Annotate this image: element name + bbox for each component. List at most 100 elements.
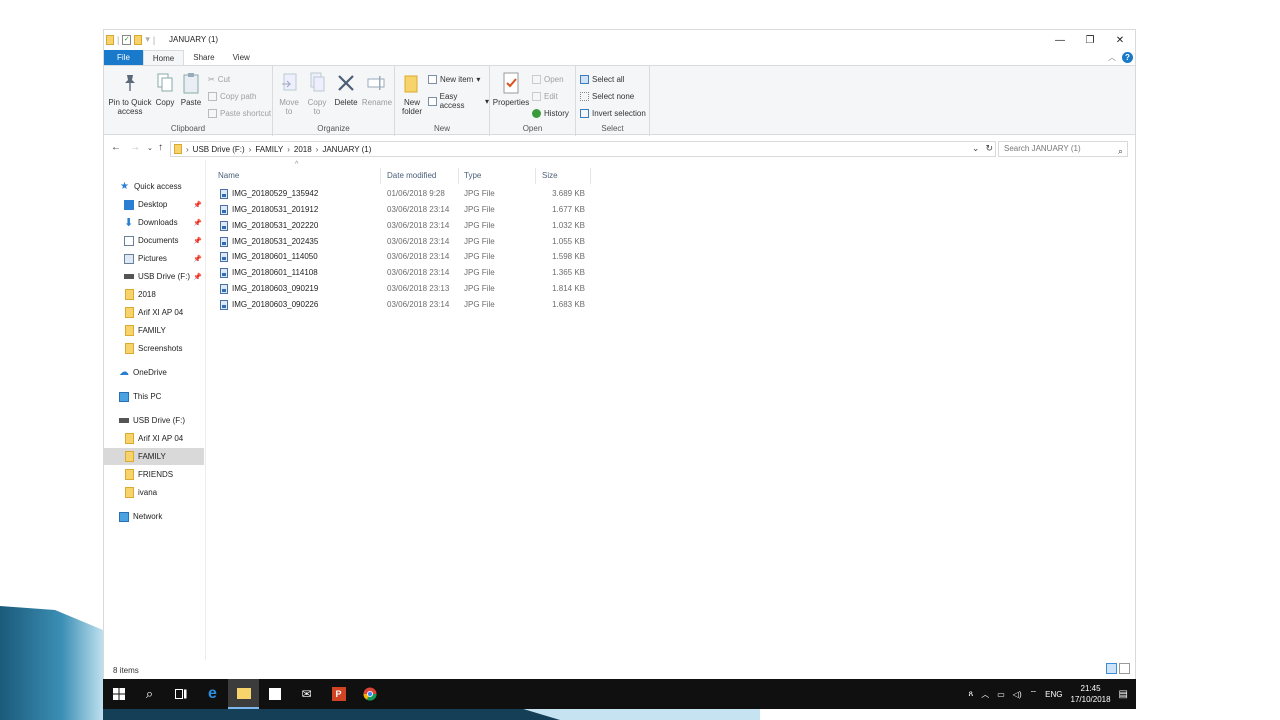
wifi-icon[interactable]: ⌔ — [1030, 689, 1038, 699]
breadcrumb-january[interactable]: JANUARY (1) — [322, 145, 371, 154]
copy-button[interactable]: Copy — [154, 70, 176, 107]
help-icon[interactable]: ? — [1122, 52, 1133, 63]
file-row[interactable]: IMG_20180603_090226 03/06/2018 23:14 JPG… — [218, 298, 688, 313]
pin-to-quick-access-button[interactable]: Pin to Quick access — [108, 70, 152, 116]
edit-icon — [532, 92, 541, 101]
restore-button[interactable]: ❐ — [1075, 30, 1105, 50]
address-dropdown-icon[interactable]: ⌄ — [972, 143, 980, 154]
file-explorer-icon[interactable] — [228, 679, 259, 709]
copy-to-button[interactable]: Copy to — [305, 70, 329, 116]
nav-documents[interactable]: Documents 📌 — [104, 232, 204, 249]
breadcrumb-usb[interactable]: USB Drive (F:) — [193, 145, 245, 154]
cut-button[interactable]: ✂ Cut — [208, 75, 230, 84]
move-to-button[interactable]: Move to — [277, 70, 301, 116]
nav-this-pc[interactable]: This PC — [104, 388, 204, 405]
forward-arrow-icon[interactable]: → — [130, 142, 140, 153]
column-header-type[interactable]: Type — [460, 168, 536, 184]
file-row[interactable]: IMG_20180601_114108 03/06/2018 23:14 JPG… — [218, 266, 688, 281]
easy-access-button[interactable]: Easy access ▾ — [428, 92, 489, 110]
file-row[interactable]: IMG_20180601_114050 03/06/2018 23:14 JPG… — [218, 250, 688, 265]
tab-home[interactable]: Home — [142, 50, 185, 65]
nav-pictures[interactable]: Pictures 📌 — [104, 250, 204, 267]
new-folder-quick-icon[interactable] — [134, 34, 143, 45]
file-row[interactable]: IMG_20180531_202220 03/06/2018 23:14 JPG… — [218, 219, 688, 234]
delete-button[interactable]: Delete — [334, 70, 358, 107]
column-header-date[interactable]: Date modified — [383, 168, 459, 184]
nav-friends[interactable]: FRIENDS — [104, 466, 204, 483]
chrome-icon[interactable] — [354, 679, 385, 709]
details-view-icon[interactable] — [1106, 663, 1117, 674]
new-folder-button[interactable]: New folder — [399, 70, 425, 116]
breadcrumb-family[interactable]: FAMILY — [255, 145, 283, 154]
nav-family-usb[interactable]: FAMILY — [104, 448, 204, 465]
close-button[interactable]: ✕ — [1105, 30, 1135, 50]
tab-file[interactable]: File — [104, 50, 143, 65]
paste-shortcut-button[interactable]: Paste shortcut — [208, 109, 271, 118]
edge-browser-icon[interactable]: e — [197, 679, 228, 709]
nav-desktop[interactable]: Desktop 📌 — [104, 196, 204, 213]
nav-screenshots[interactable]: Screenshots — [104, 340, 204, 357]
select-all-button[interactable]: Select all — [580, 75, 624, 84]
search-icon[interactable]: ⌕ — [1118, 144, 1123, 158]
address-bar[interactable]: › USB Drive (F:) › FAMILY › 2018 › JANUA… — [170, 141, 996, 157]
search-icon[interactable]: ⌕ — [134, 679, 165, 709]
file-row[interactable]: IMG_20180529_135942 01/06/2018 9:28 JPG … — [218, 187, 688, 202]
copy-path-button[interactable]: Copy path — [208, 92, 256, 101]
store-bag-icon[interactable] — [259, 679, 290, 709]
collapse-ribbon-icon[interactable]: ︿ — [1108, 52, 1116, 63]
nav-downloads[interactable]: ⬇ Downloads 📌 — [104, 214, 204, 231]
show-hidden-icons-chevron-icon[interactable]: ︿ — [981, 689, 989, 700]
nav-onedrive[interactable]: ☁ OneDrive — [104, 364, 204, 381]
file-row[interactable]: IMG_20180531_202435 03/06/2018 23:14 JPG… — [218, 235, 688, 250]
powerpoint-icon[interactable]: P — [323, 679, 354, 709]
action-center-icon[interactable]: ▤ — [1119, 689, 1128, 700]
start-windows-icon[interactable] — [103, 679, 134, 709]
language-indicator[interactable]: ENG — [1045, 690, 1062, 699]
paste-button[interactable]: Paste — [180, 70, 202, 107]
nav-quick-access[interactable]: ★ Quick access — [104, 178, 204, 195]
up-arrow-icon[interactable]: ↑ — [158, 142, 163, 153]
open-icon — [532, 75, 541, 84]
column-header-name[interactable]: Name — [214, 168, 381, 184]
tab-view[interactable]: View — [224, 50, 259, 65]
recent-locations-icon[interactable]: ⌄ — [147, 144, 153, 152]
properties-quick-icon[interactable]: ✓ — [122, 34, 132, 45]
customize-toolbar-icon[interactable]: ▾ — [145, 34, 150, 45]
people-icon[interactable]: ጸ — [969, 689, 974, 699]
battery-icon[interactable]: ▭ — [997, 690, 1005, 699]
task-view-icon[interactable] — [165, 679, 196, 709]
edit-button[interactable]: Edit — [532, 92, 558, 101]
nav-usb-pinned[interactable]: USB Drive (F:) 📌 — [104, 268, 204, 285]
nav-folder-2018[interactable]: 2018 — [104, 286, 204, 303]
volume-icon[interactable]: ◁) — [1013, 690, 1022, 699]
nav-arif-usb[interactable]: Arif XI AP 04 — [104, 430, 204, 447]
tab-share[interactable]: Share — [184, 50, 223, 65]
file-row[interactable]: IMG_20180531_201912 03/06/2018 23:14 JPG… — [218, 203, 688, 218]
minimize-button[interactable]: — — [1045, 30, 1075, 50]
nav-network[interactable]: Network — [104, 508, 204, 525]
pane-divider[interactable] — [205, 160, 206, 660]
window-title: JANUARY (1) — [169, 35, 219, 44]
properties-button[interactable]: Properties — [493, 70, 529, 107]
clock[interactable]: 21:45 17/10/2018 — [1071, 683, 1111, 705]
invert-selection-button[interactable]: Invert selection — [580, 109, 646, 118]
back-arrow-icon[interactable]: ← — [111, 142, 121, 153]
nav-ivana[interactable]: ivana — [104, 484, 204, 501]
address-folder-icon — [174, 144, 182, 154]
rename-button[interactable]: Rename — [362, 70, 392, 107]
nav-usb-drive[interactable]: USB Drive (F:) — [104, 412, 204, 429]
search-input[interactable]: Search JANUARY (1) ⌕ — [998, 141, 1128, 157]
history-button[interactable]: History — [532, 109, 569, 118]
nav-family-quick[interactable]: FAMILY — [104, 322, 204, 339]
large-icons-view-icon[interactable] — [1119, 663, 1130, 674]
new-item-button[interactable]: New item ▾ — [428, 75, 480, 84]
column-header-size[interactable]: Size — [538, 168, 591, 184]
file-row[interactable]: IMG_20180603_090219 03/06/2018 23:13 JPG… — [218, 282, 688, 297]
mail-icon[interactable]: ✉ — [291, 679, 322, 709]
select-none-button[interactable]: Select none — [580, 92, 634, 101]
breadcrumb-2018[interactable]: 2018 — [294, 145, 312, 154]
open-button[interactable]: Open — [532, 75, 564, 84]
network-icon — [119, 511, 129, 522]
refresh-icon[interactable]: ↻ — [985, 143, 993, 154]
nav-arif-quick[interactable]: Arif XI AP 04 — [104, 304, 204, 321]
